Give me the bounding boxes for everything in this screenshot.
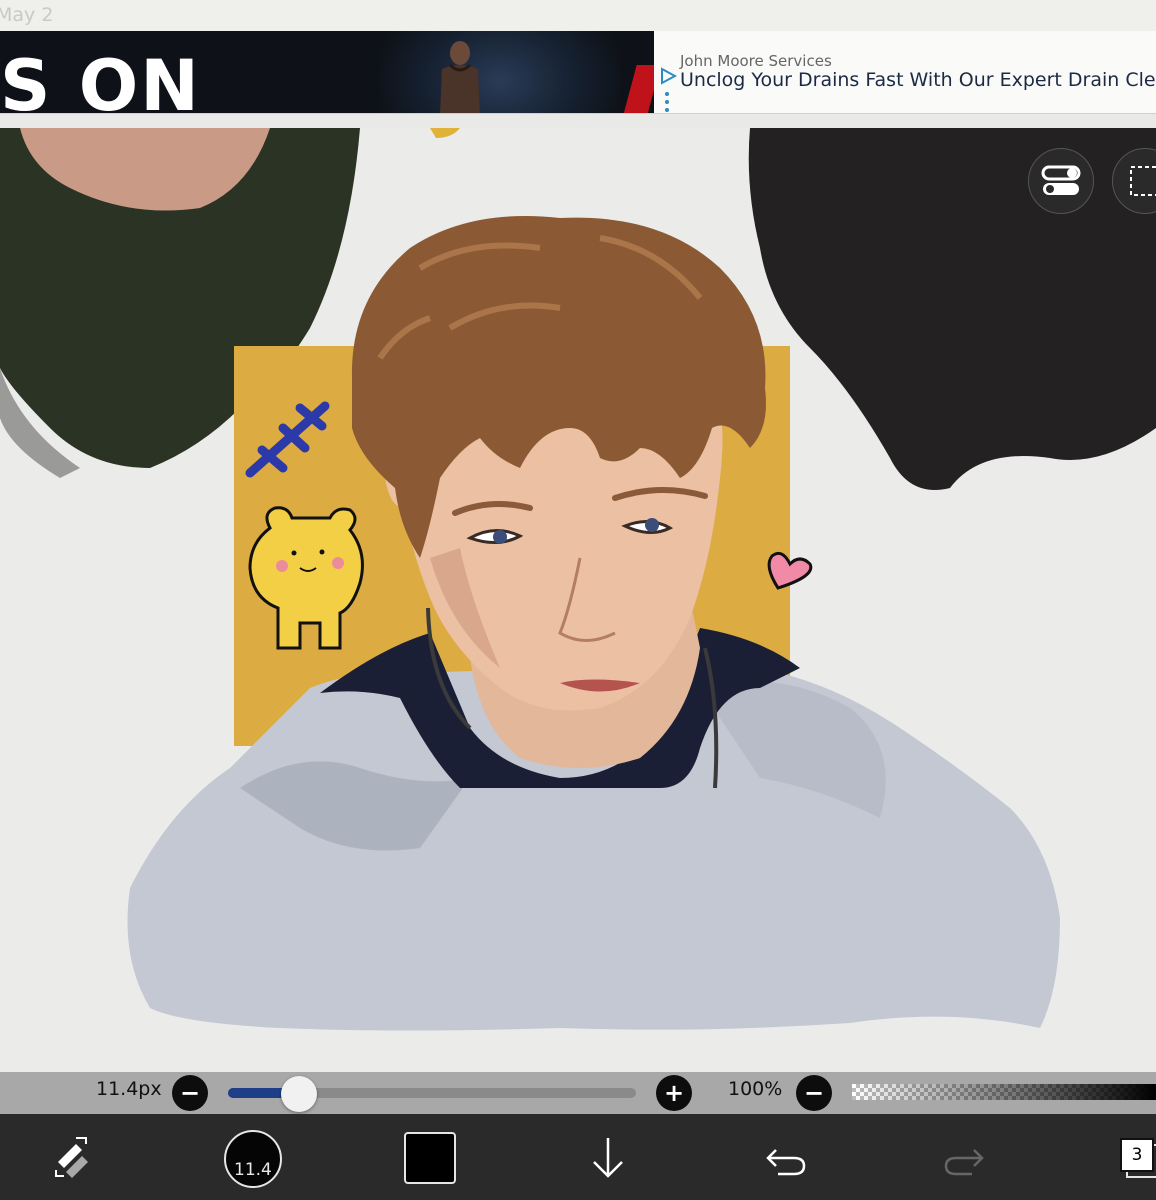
undo-icon[interactable] bbox=[764, 1114, 808, 1200]
vertical-dots-icon[interactable] bbox=[664, 91, 670, 113]
opacity-slider[interactable] bbox=[852, 1084, 1156, 1100]
canvas-settings-button[interactable] bbox=[1028, 148, 1094, 214]
opacity-label: 100% bbox=[728, 1078, 783, 1100]
ad-text-block[interactable]: John Moore Services Unclog Your Drains F… bbox=[656, 31, 1156, 113]
brush-preview-button[interactable]: 11.4 bbox=[224, 1130, 282, 1188]
dark-knit-shape bbox=[748, 128, 1156, 490]
ad-image-glow bbox=[380, 31, 620, 113]
brush-size-label: 11.4px bbox=[96, 1078, 162, 1100]
brush-settings-bar: 11.4px − + 100% − bbox=[0, 1072, 1156, 1114]
brush-eraser-swap-icon[interactable] bbox=[48, 1114, 98, 1200]
redo-icon[interactable] bbox=[942, 1114, 986, 1200]
ad-sponsor[interactable]: John Moore Services bbox=[680, 52, 832, 70]
layers-front-sheet: 3 bbox=[1120, 1138, 1154, 1172]
arrow-down-icon[interactable] bbox=[588, 1114, 628, 1200]
increase-size-button[interactable]: + bbox=[656, 1075, 692, 1111]
yellow-mark bbox=[430, 128, 460, 138]
ad-choices-play-icon[interactable] bbox=[659, 67, 677, 85]
ad-headline[interactable]: Unclog Your Drains Fast With Our Expert … bbox=[680, 69, 1156, 91]
toggle-switches-icon bbox=[1041, 165, 1081, 195]
layers-icon[interactable]: 3 bbox=[1120, 1138, 1156, 1178]
brush-preview-label: 11.4 bbox=[234, 1160, 272, 1180]
selection-tool-button[interactable] bbox=[1112, 148, 1156, 214]
bottom-toolbar: 11.4 3 bbox=[0, 1114, 1156, 1200]
drawing-canvas[interactable] bbox=[0, 128, 1156, 1072]
opacity-gradient bbox=[852, 1084, 1156, 1100]
status-date: May 2 bbox=[0, 4, 54, 26]
brush-size-slider[interactable] bbox=[228, 1076, 636, 1112]
color-swatch-button[interactable] bbox=[404, 1132, 456, 1184]
status-bar: May 2 bbox=[0, 0, 1156, 31]
ad-red-mark bbox=[623, 65, 654, 113]
brush-size-slider-thumb[interactable] bbox=[281, 1076, 318, 1112]
ad-image[interactable]: S ON bbox=[0, 31, 654, 113]
artwork[interactable] bbox=[0, 128, 1156, 1072]
ad-fighter-figure bbox=[440, 41, 480, 113]
decrease-opacity-button[interactable]: − bbox=[796, 1075, 832, 1111]
layer-count: 3 bbox=[1131, 1145, 1143, 1165]
decrease-size-button[interactable]: − bbox=[172, 1075, 208, 1111]
ad-banner-text: S ON bbox=[0, 45, 201, 113]
ad-banner[interactable]: S ON John Moore Services Unclog Your Dra… bbox=[0, 31, 1156, 114]
dashed-selection-icon bbox=[1130, 166, 1156, 196]
